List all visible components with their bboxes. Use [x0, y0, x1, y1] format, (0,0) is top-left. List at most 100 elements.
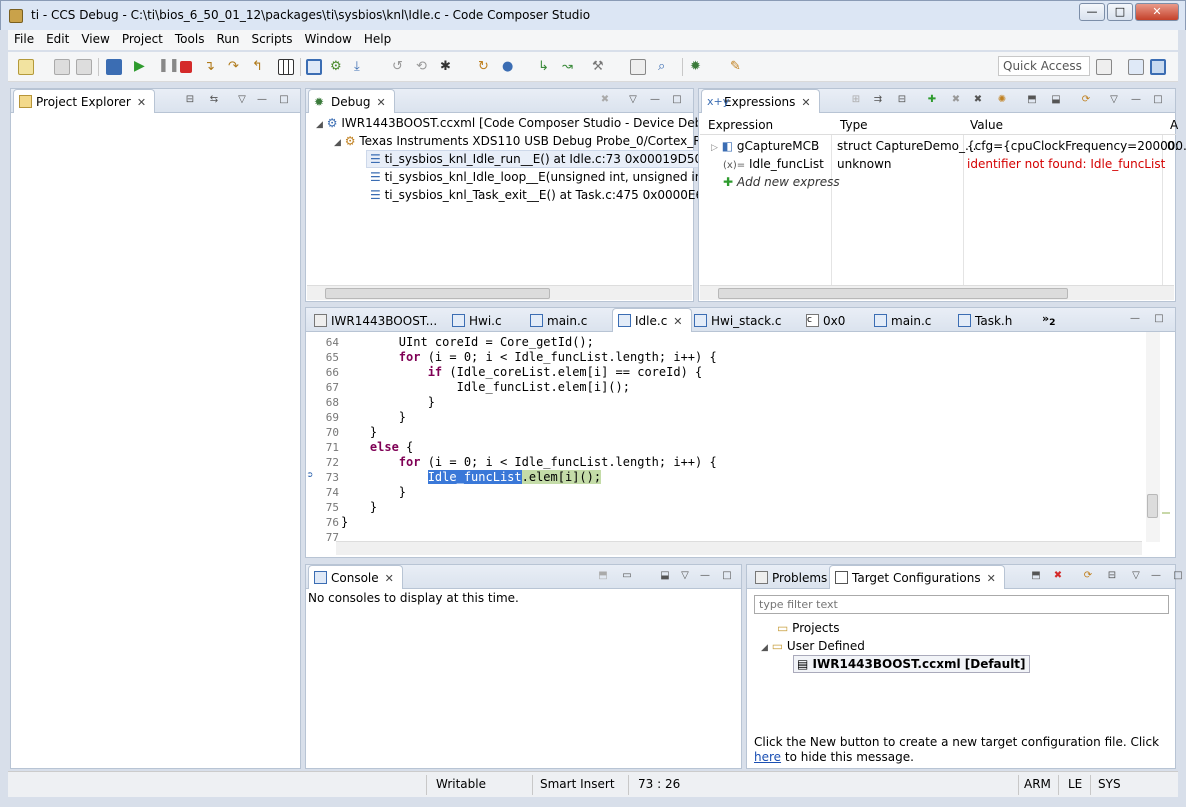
new-console-icon[interactable]: ⬓: [658, 570, 672, 582]
maximize-icon[interactable]: □: [720, 570, 734, 582]
tab-main-c[interactable]: main.c: [524, 308, 596, 332]
vertical-scrollbar[interactable]: [1146, 332, 1160, 542]
ccs-debug-perspective-icon[interactable]: [1150, 59, 1166, 75]
minimize-icon[interactable]: —: [1129, 94, 1143, 106]
close-window-button[interactable]: ✕: [1135, 3, 1179, 21]
tree-item-projects[interactable]: ▭ Projects: [777, 621, 839, 635]
quick-access-input[interactable]: Quick Access: [998, 56, 1090, 76]
debug-tree-item[interactable]: ◢ ⚙ IWR1443BOOST.ccxml [Code Composer St…: [316, 116, 728, 130]
tab-main-c-2[interactable]: main.c: [868, 308, 940, 332]
code-line[interactable]: 73 ➲ Idle_funcList.elem[i]();: [307, 470, 1132, 485]
code-line[interactable]: 68 }: [307, 395, 1132, 410]
debug-view-icon[interactable]: [106, 59, 122, 75]
collapse-all-icon[interactable]: ⊟: [1105, 570, 1119, 582]
minimize-icon[interactable]: —: [255, 94, 269, 106]
resume-icon[interactable]: ▶: [134, 59, 150, 75]
stack-frame[interactable]: ☰ ti_sysbios_knl_Idle_loop__E(unsigned i…: [370, 170, 737, 184]
remove-terminated-icon[interactable]: ✖: [598, 94, 612, 106]
build-icon[interactable]: ⚒: [592, 59, 608, 75]
code-line[interactable]: 70 }: [307, 425, 1132, 440]
menu-file[interactable]: File: [8, 30, 40, 46]
table-row[interactable]: ▷ ◧ gCaptureMCB struct CaptureDemo_... {…: [711, 139, 1186, 153]
tab-idle-c[interactable]: Idle.c ✕: [612, 308, 692, 332]
view-menu-icon[interactable]: ▽: [678, 570, 692, 582]
menu-tools[interactable]: Tools: [169, 30, 211, 46]
debug-bug-icon[interactable]: ✹: [690, 59, 706, 75]
tab-hwi-c[interactable]: Hwi.c: [446, 308, 511, 332]
remove-icon[interactable]: ✖: [949, 94, 963, 106]
chip-icon[interactable]: ✱: [440, 59, 456, 75]
step-over-icon[interactable]: ↷: [228, 59, 244, 75]
collapse-all-icon[interactable]: ⊟: [183, 94, 197, 106]
menu-window[interactable]: Window: [299, 30, 358, 46]
code-line[interactable]: 75 }: [307, 500, 1132, 515]
maximize-icon[interactable]: □: [670, 94, 684, 106]
menu-run[interactable]: Run: [210, 30, 245, 46]
tree-item-user-defined[interactable]: ◢ ▭ User Defined: [761, 639, 865, 653]
remove-all-icon[interactable]: ✖: [971, 94, 985, 106]
maximize-icon[interactable]: □: [1151, 94, 1165, 106]
tab-console[interactable]: Console ✕: [308, 565, 403, 589]
tab-iwr1443boost[interactable]: IWR1443BOOST...: [308, 308, 446, 332]
save-icon[interactable]: [54, 59, 70, 75]
minimize-icon[interactable]: —: [698, 570, 712, 582]
pin-console-icon[interactable]: ⬒: [596, 570, 610, 582]
reset-icon[interactable]: ⟲: [416, 59, 432, 75]
close-icon[interactable]: ✕: [987, 572, 996, 585]
col-type[interactable]: Type: [840, 118, 868, 132]
select-all-icon[interactable]: ⇉: [871, 94, 885, 106]
terminate-icon[interactable]: [180, 61, 192, 73]
horizontal-scrollbar[interactable]: [700, 285, 1174, 300]
horizontal-scrollbar[interactable]: [336, 541, 1142, 555]
search-icon[interactable]: ⌕: [658, 59, 674, 75]
collapse-all-icon[interactable]: ⊟: [895, 94, 909, 106]
col-address[interactable]: A: [1170, 118, 1178, 132]
new-icon[interactable]: [18, 59, 34, 75]
maximize-button[interactable]: □: [1107, 3, 1133, 21]
filter-input[interactable]: [754, 595, 1169, 614]
import-icon[interactable]: ⬒: [1025, 94, 1039, 106]
stack-frame[interactable]: ☰ ti_sysbios_knl_Task_exit__E() at Task.…: [370, 188, 743, 202]
assembly-step-icon[interactable]: ↳: [538, 59, 554, 75]
step-return-icon[interactable]: ↰: [252, 59, 268, 75]
menu-help[interactable]: Help: [358, 30, 397, 46]
menu-edit[interactable]: Edit: [40, 30, 75, 46]
delete-icon[interactable]: ✖: [1051, 570, 1065, 582]
debug-perspective-icon[interactable]: [306, 59, 322, 75]
code-area[interactable]: 64 UInt coreId = Core_getId(); 65 for (i …: [307, 332, 1162, 542]
maximize-icon[interactable]: □: [277, 94, 291, 106]
assembly-over-icon[interactable]: ↝: [562, 59, 578, 75]
step-into-icon[interactable]: ↴: [204, 59, 220, 75]
save-all-icon[interactable]: [76, 59, 92, 75]
tab-0x0[interactable]: c 0x0: [800, 308, 854, 332]
code-line[interactable]: 71 else {: [307, 440, 1132, 455]
tab-expressions[interactable]: x+y Expressions ✕: [701, 89, 820, 113]
export-icon[interactable]: ⬓: [1049, 94, 1063, 106]
link-editor-icon[interactable]: ⇆: [207, 94, 221, 106]
tab-debug[interactable]: ✹ Debug ✕: [308, 89, 395, 113]
tab-hwi-stack-c[interactable]: Hwi_stack.c: [688, 308, 790, 332]
tab-task-h[interactable]: Task.h: [952, 308, 1021, 332]
minimize-icon[interactable]: —: [1128, 313, 1142, 325]
here-link[interactable]: here: [754, 750, 781, 764]
minimize-icon[interactable]: —: [648, 94, 662, 106]
close-icon[interactable]: ✕: [801, 96, 810, 109]
menu-view[interactable]: View: [75, 30, 115, 46]
code-line[interactable]: 76}: [307, 515, 1132, 530]
table-row[interactable]: (x)= Idle_funcList unknown identifier no…: [723, 157, 1173, 171]
suspend-icon[interactable]: ❚❚: [158, 59, 180, 75]
close-icon[interactable]: ✕: [137, 96, 146, 109]
display-console-icon[interactable]: ▭: [620, 570, 634, 582]
minimize-icon[interactable]: —: [1149, 570, 1163, 582]
tab-project-explorer[interactable]: Project Explorer ✕: [13, 89, 156, 113]
tab-overflow[interactable]: »2: [1042, 312, 1055, 328]
view-menu-icon[interactable]: ▽: [1107, 94, 1121, 106]
restart-icon[interactable]: ↺: [392, 59, 408, 75]
expand-icon[interactable]: ▷: [711, 143, 718, 153]
close-icon[interactable]: ✕: [376, 96, 385, 109]
view-menu-icon[interactable]: ▽: [235, 94, 249, 106]
new-expression-icon[interactable]: ⊞: [849, 94, 863, 106]
open-task-icon[interactable]: [630, 59, 646, 75]
stack-frame-selected[interactable]: ☰ ti_sysbios_knl_Idle_run__E() at Idle.c…: [366, 150, 707, 168]
view-menu-icon[interactable]: ▽: [626, 94, 640, 106]
